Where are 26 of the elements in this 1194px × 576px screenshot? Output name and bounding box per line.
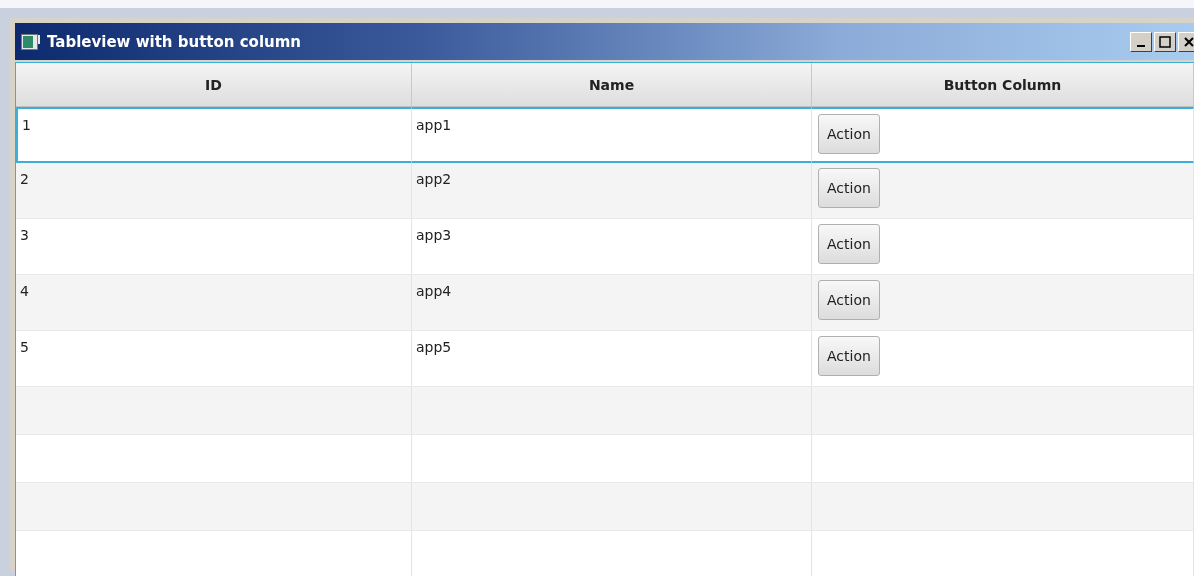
table-cell: app5 (412, 331, 812, 387)
column-header[interactable]: ID (16, 63, 412, 107)
window-title: Tableview with button column (47, 32, 302, 51)
maximize-button[interactable] (1154, 31, 1176, 52)
table-cell: 4 (16, 275, 412, 331)
action-button[interactable]: Action (818, 336, 880, 376)
minimize-button[interactable] (1130, 31, 1152, 52)
column-header[interactable]: Name (412, 63, 812, 107)
close-button[interactable] (1178, 31, 1194, 52)
maximize-icon (1159, 35, 1171, 48)
action-button[interactable]: Action (818, 114, 880, 154)
table-cell: app3 (412, 219, 812, 275)
table-cell: 1 (16, 107, 412, 163)
table-cell: 5 (16, 331, 412, 387)
table-cell: app2 (412, 163, 812, 219)
close-icon (1184, 36, 1194, 47)
table-cell: 2 (16, 163, 412, 219)
action-button[interactable]: Action (818, 168, 880, 208)
action-button[interactable]: Action (818, 280, 880, 320)
table-cell: 3 (16, 219, 412, 275)
table-cell: app4 (412, 275, 812, 331)
column-header[interactable]: Button Column (812, 63, 1194, 107)
window-icon (21, 33, 41, 50)
table-cell: app1 (412, 107, 812, 163)
minimize-icon (1137, 44, 1145, 47)
action-button[interactable]: Action (818, 224, 880, 264)
